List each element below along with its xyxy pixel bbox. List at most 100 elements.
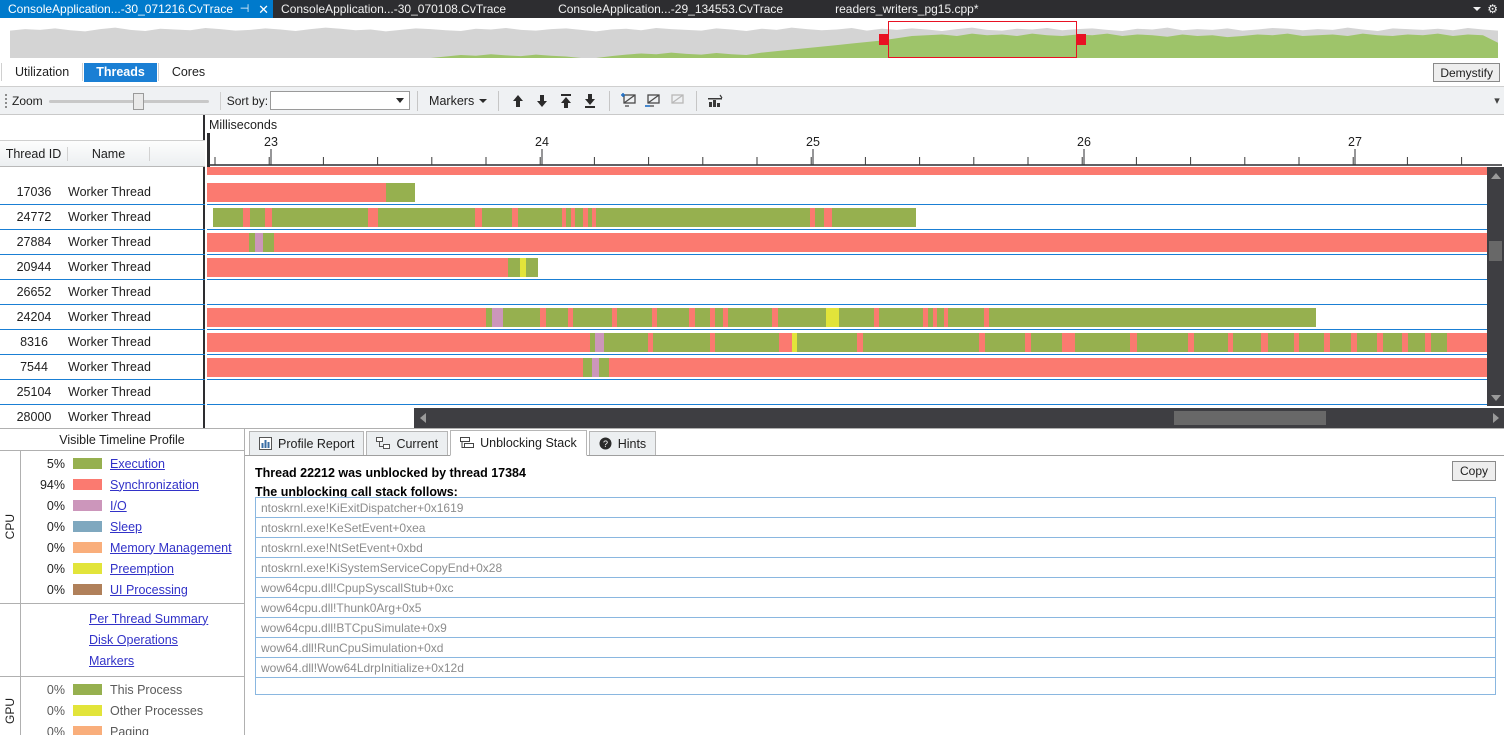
table-row[interactable]: 25104 Worker Thread <box>0 380 205 405</box>
tab-threads[interactable]: Threads <box>84 62 157 82</box>
timeline-segment[interactable] <box>616 308 652 327</box>
profile-category-row[interactable]: 0% Memory Management <box>21 537 244 558</box>
zoom-out-icon[interactable] <box>641 90 665 112</box>
timeline-segment[interactable] <box>878 308 923 327</box>
reset-zoom-icon[interactable] <box>665 90 689 112</box>
timeline-segment[interactable] <box>317 208 368 227</box>
time-ruler[interactable]: Milliseconds 23 24 25 26 27 <box>207 115 1504 167</box>
timeline-lane[interactable] <box>207 380 1504 405</box>
timeline-segment[interactable] <box>1061 333 1075 352</box>
call-stack-row[interactable]: wow64.dll!Wow64LdrpInitialize+0x12d <box>256 658 1495 678</box>
category-label[interactable]: Sleep <box>110 520 142 534</box>
timeline-segment[interactable] <box>1383 333 1402 352</box>
timeline-segment[interactable] <box>1299 333 1324 352</box>
timeline-lane[interactable] <box>207 180 1504 205</box>
timeline-segment[interactable] <box>715 308 724 327</box>
vertical-scroll-thumb[interactable] <box>1489 241 1502 261</box>
timeline-segment[interactable] <box>947 308 984 327</box>
move-to-top-icon[interactable] <box>554 90 578 112</box>
pin-icon[interactable]: ⊣ <box>237 1 252 17</box>
tab-utilization[interactable]: Utilization <box>3 63 81 82</box>
timeline-lane[interactable] <box>207 230 1504 255</box>
timeline-segment[interactable] <box>274 233 1504 252</box>
timeline-segment[interactable] <box>207 167 1494 175</box>
timeline-segment[interactable] <box>213 208 244 227</box>
category-label[interactable]: Execution <box>110 457 165 471</box>
timeline-segment[interactable] <box>207 183 386 202</box>
call-stack-row[interactable]: ntoskrnl.exe!KiSystemServiceCopyEnd+0x28 <box>256 558 1495 578</box>
call-stack-list[interactable]: ntoskrnl.exe!KiExitDispatcher+0x1619 ntos… <box>255 497 1496 695</box>
zoom-slider-thumb[interactable] <box>132 92 144 110</box>
category-label[interactable]: I/O <box>110 499 127 513</box>
timeline-segment[interactable] <box>545 308 568 327</box>
profile-category-row[interactable]: 94% Synchronization <box>21 474 244 495</box>
call-stack-row[interactable]: ntoskrnl.exe!KeSetEvent+0xea <box>256 518 1495 538</box>
tab-cores[interactable]: Cores <box>160 63 217 82</box>
table-row[interactable]: 17036 Worker Thread <box>0 180 205 205</box>
move-up-icon[interactable] <box>506 90 530 112</box>
timeline-segment[interactable] <box>254 233 263 252</box>
timeline-segment[interactable] <box>1074 333 1131 352</box>
sort-by-select[interactable] <box>270 91 411 110</box>
timeline-segment[interactable] <box>481 208 512 227</box>
profile-category-row[interactable]: 0% UI Processing <box>21 579 244 600</box>
timeline-segment[interactable] <box>492 308 503 327</box>
timeline-segment[interactable] <box>1030 333 1062 352</box>
timeline-segment[interactable] <box>838 308 874 327</box>
profile-link[interactable]: Markers <box>23 650 208 671</box>
timeline-lane[interactable] <box>207 205 1504 230</box>
document-tab-2[interactable]: ConsoleApplication...-29_134553.CvTrace <box>550 0 791 18</box>
timeline-lane[interactable] <box>207 355 1504 380</box>
timeline-segment[interactable] <box>824 208 833 227</box>
scroll-right-icon[interactable] <box>1487 408 1504 428</box>
timeline-lane-partial[interactable] <box>207 167 1504 177</box>
timeline-segment[interactable] <box>609 358 1504 377</box>
category-label[interactable]: Memory Management <box>110 541 232 555</box>
document-tab-1[interactable]: ConsoleApplication...-30_070108.CvTrace <box>273 0 514 18</box>
toolbar-grip[interactable] <box>2 92 10 110</box>
timeline-segment[interactable] <box>367 208 379 227</box>
chevron-down-icon[interactable] <box>396 98 405 103</box>
profile-category-row[interactable]: 0% Sleep <box>21 516 244 537</box>
timeline-segment[interactable] <box>777 308 826 327</box>
table-row[interactable]: 8316 Worker Thread <box>0 330 205 355</box>
timeline-segment[interactable] <box>262 233 275 252</box>
timeline-segment[interactable] <box>378 208 476 227</box>
timeline-segment[interactable] <box>596 208 811 227</box>
timeline-segment[interactable] <box>207 333 590 352</box>
timeline-segment[interactable] <box>1408 333 1425 352</box>
timeline-segment[interactable] <box>832 208 917 227</box>
timeline-lane[interactable] <box>207 330 1504 355</box>
tab-hints[interactable]: ? Hints <box>588 431 657 455</box>
call-stack-row[interactable]: wow64cpu.dll!BTCpuSimulate+0x9 <box>256 618 1495 638</box>
demystify-button[interactable]: Demystify <box>1433 63 1500 82</box>
table-row[interactable]: 27884 Worker Thread <box>0 230 205 255</box>
overview-plot[interactable] <box>10 20 1498 58</box>
timeline-segment[interactable] <box>715 333 779 352</box>
table-row[interactable]: 20944 Worker Thread <box>0 255 205 280</box>
timeline-segment[interactable] <box>207 258 508 277</box>
timeline-segment[interactable] <box>1330 333 1351 352</box>
timeline-segment[interactable] <box>518 208 563 227</box>
timeline-horizontal-scrollbar[interactable] <box>414 408 1504 428</box>
call-stack-row[interactable]: ntoskrnl.exe!NtSetEvent+0xbd <box>256 538 1495 558</box>
timeline-segment[interactable] <box>863 333 979 352</box>
tab-unblocking-stack[interactable]: Unblocking Stack <box>450 430 587 456</box>
timeline-segment[interactable] <box>657 308 690 327</box>
timeline-segment[interactable] <box>502 308 541 327</box>
category-label[interactable]: Preemption <box>110 562 174 576</box>
sort-by-control[interactable]: Sort by: <box>227 91 411 110</box>
timeline-segment[interactable] <box>985 333 1026 352</box>
timeline-segment[interactable] <box>825 308 839 327</box>
timeline-segment[interactable] <box>778 333 792 352</box>
horizontal-scroll-thumb[interactable] <box>1174 411 1326 425</box>
scroll-up-icon[interactable] <box>1487 167 1504 184</box>
timeline-segment[interactable] <box>1194 333 1228 352</box>
timeline-segment[interactable] <box>797 333 857 352</box>
histogram-icon[interactable] <box>704 90 728 112</box>
table-row[interactable]: 24204 Worker Thread <box>0 305 205 330</box>
timeline-lane[interactable] <box>207 255 1504 280</box>
timeline-segment[interactable] <box>507 258 520 277</box>
timeline-segment[interactable] <box>815 208 825 227</box>
column-header-name[interactable]: Name <box>68 146 150 161</box>
